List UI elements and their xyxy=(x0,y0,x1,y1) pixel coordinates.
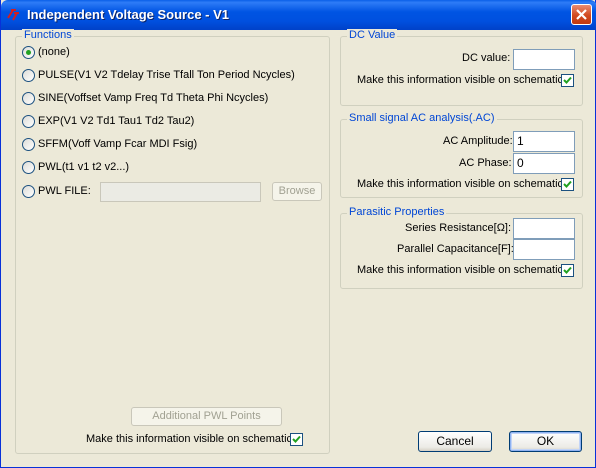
ok-button[interactable]: OK xyxy=(509,431,582,452)
radio-pwl-file[interactable]: PWL FILE: xyxy=(22,184,91,198)
radio-pwl[interactable]: PWL(t1 v1 t2 v2...) xyxy=(22,160,129,174)
radio-button[interactable] xyxy=(22,114,35,128)
radio-label: SINE(Voffset Vamp Freq Td Theta Phi Ncyc… xyxy=(38,92,269,104)
radio-button[interactable] xyxy=(22,160,35,174)
radio-none[interactable]: (none) xyxy=(22,45,70,59)
ltspice-logo-icon xyxy=(7,7,23,23)
ac-amplitude-input[interactable]: 1 xyxy=(513,131,575,152)
dc-value-input[interactable] xyxy=(513,49,575,70)
radio-label: PWL FILE: xyxy=(38,185,91,197)
dialog-window: Independent Voltage Source - V1 Function… xyxy=(0,0,596,468)
radio-exp[interactable]: EXP(V1 V2 Td1 Tau1 Td2 Tau2) xyxy=(22,114,194,128)
parasitic-visible-label: Make this information visible on schemat… xyxy=(357,264,567,276)
radio-label: EXP(V1 V2 Td1 Tau1 Td2 Tau2) xyxy=(38,115,195,127)
dc-visible-checkbox[interactable] xyxy=(561,74,574,87)
radio-button[interactable] xyxy=(22,137,35,151)
title-bar[interactable]: Independent Voltage Source - V1 xyxy=(1,0,596,30)
radio-label: PWL(t1 v1 t2 v2...) xyxy=(38,161,130,173)
checkmark-icon xyxy=(563,266,572,274)
pwl-file-input[interactable] xyxy=(100,182,261,202)
additional-pwl-points-button[interactable]: Additional PWL Points xyxy=(131,407,282,426)
ac-phase-label: AC Phase: xyxy=(459,157,512,169)
parasitic-properties-legend: Parasitic Properties xyxy=(347,206,447,218)
radio-sffm[interactable]: SFFM(Voff Vamp Fcar MDI Fsig) xyxy=(22,137,197,151)
parallel-capacitance-label: Parallel Capacitance[F]: xyxy=(397,243,514,255)
parasitic-visible-checkbox[interactable] xyxy=(561,264,574,277)
ac-analysis-legend: Small signal AC analysis(.AC) xyxy=(347,112,497,124)
series-resistance-label: Series Resistance[Ω]: xyxy=(405,222,512,234)
window-title: Independent Voltage Source - V1 xyxy=(27,7,230,22)
series-resistance-input[interactable] xyxy=(513,218,575,239)
functions-visible-label: Make this information visible on schemat… xyxy=(86,433,296,445)
close-button[interactable] xyxy=(571,4,592,25)
radio-button[interactable] xyxy=(22,91,35,105)
radio-label: SFFM(Voff Vamp Fcar MDI Fsig) xyxy=(38,138,198,150)
radio-button[interactable] xyxy=(22,184,35,198)
dc-value-legend: DC Value xyxy=(347,29,398,41)
radio-label: (none) xyxy=(38,46,70,58)
checkmark-icon xyxy=(292,435,301,443)
dc-visible-label: Make this information visible on schemat… xyxy=(357,74,567,86)
parallel-capacitance-input[interactable] xyxy=(513,239,575,260)
cancel-button[interactable]: Cancel xyxy=(418,431,492,452)
browse-button[interactable]: Browse xyxy=(272,182,322,201)
dc-value-label: DC value: xyxy=(462,52,511,64)
radio-button[interactable] xyxy=(22,68,35,82)
ac-phase-input[interactable]: 0 xyxy=(513,153,575,174)
radio-pulse[interactable]: PULSE(V1 V2 Tdelay Trise Tfall Ton Perio… xyxy=(22,68,295,82)
radio-sine[interactable]: SINE(Voffset Vamp Freq Td Theta Phi Ncyc… xyxy=(22,91,268,105)
radio-label: PULSE(V1 V2 Tdelay Trise Tfall Ton Perio… xyxy=(38,69,295,81)
radio-button[interactable] xyxy=(22,45,35,59)
functions-visible-checkbox[interactable] xyxy=(290,433,303,446)
dc-value-group: DC Value xyxy=(340,29,583,106)
functions-legend: Functions xyxy=(22,29,74,41)
ac-visible-label: Make this information visible on schemat… xyxy=(357,178,567,190)
checkmark-icon xyxy=(563,180,572,188)
close-icon xyxy=(576,9,587,20)
ac-visible-checkbox[interactable] xyxy=(561,178,574,191)
ac-amplitude-label: AC Amplitude: xyxy=(443,135,513,147)
checkmark-icon xyxy=(563,76,572,84)
